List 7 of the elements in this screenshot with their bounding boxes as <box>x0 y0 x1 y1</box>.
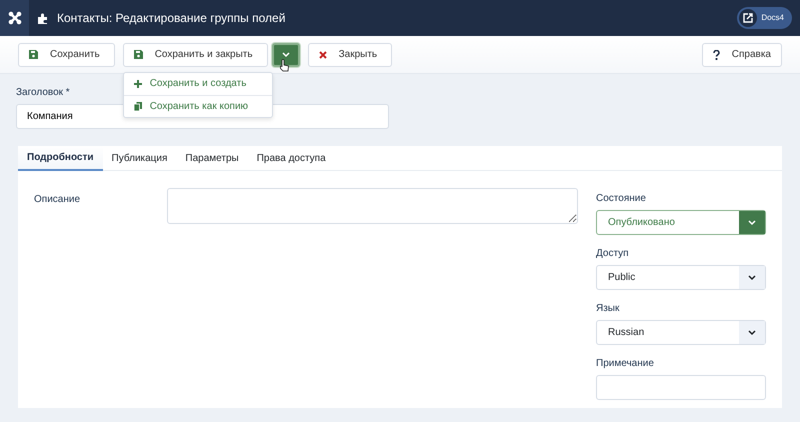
field-label: Описание <box>34 193 82 207</box>
field-label: Доступ <box>596 247 630 261</box>
field-label: Состояние <box>596 192 647 206</box>
field-label: Примечание <box>596 357 655 371</box>
field-label: Заголовок * <box>16 86 71 100</box>
page-title: Контакты: Редактирование группы полей <box>57 10 286 27</box>
field-label: Язык <box>596 302 620 316</box>
